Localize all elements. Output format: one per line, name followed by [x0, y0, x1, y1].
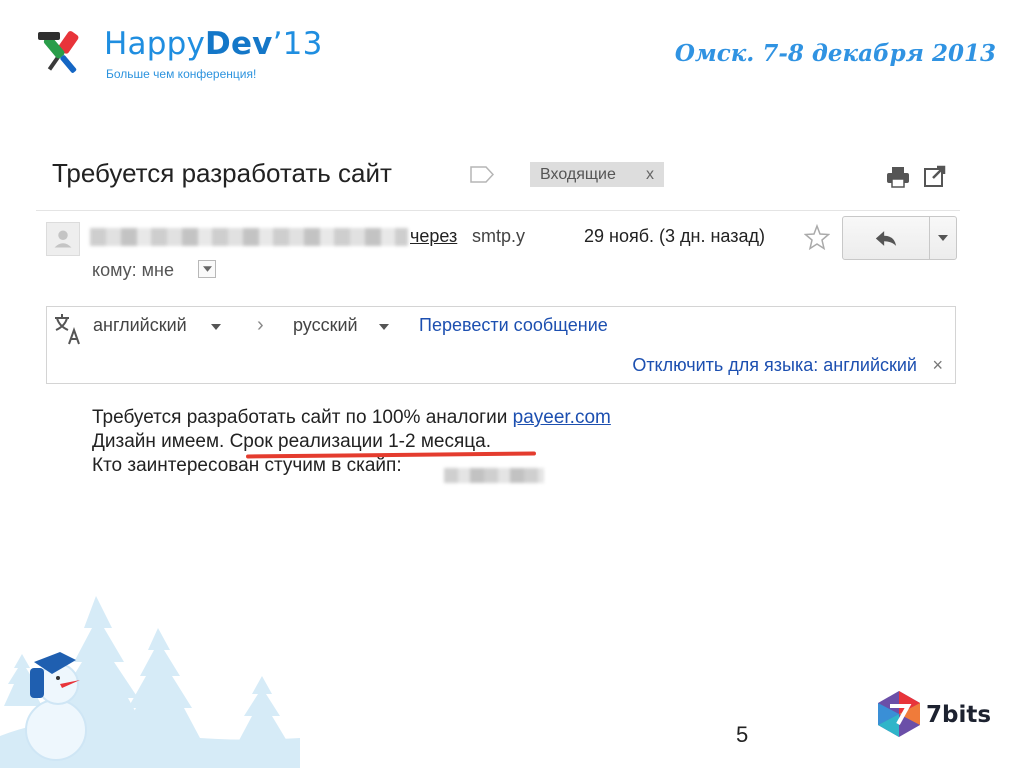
star-icon[interactable]	[804, 224, 830, 250]
translate-icon	[55, 314, 80, 345]
recipients-line: кому: мне	[92, 260, 174, 280]
print-icon[interactable]	[886, 166, 910, 188]
target-language-select[interactable]: русский	[293, 315, 358, 336]
email-view: Требуется разработать сайт Входящие x че…	[36, 140, 960, 510]
deadline-text: Срок реализации 1-2 месяца.	[229, 431, 491, 452]
7bits-logo-icon	[878, 691, 920, 737]
body-line-1: Требуется разработать сайт по 100% анало…	[92, 406, 611, 430]
body-line-2-text: Дизайн имеем.	[92, 431, 230, 452]
recipients-details-button[interactable]	[198, 260, 216, 278]
chevron-down-icon	[202, 266, 212, 272]
reply-button[interactable]	[842, 216, 930, 260]
event-date: Омск. 7-8 декабря 2013	[674, 40, 996, 67]
page-number: 5	[736, 722, 749, 747]
source-language-select[interactable]: английский	[93, 315, 187, 336]
avatar	[46, 222, 80, 256]
language-separator: ›	[257, 314, 264, 336]
body-line-2: Дизайн имеем. Срок реализации 1-2 месяца…	[92, 430, 611, 454]
skype-id-redacted	[444, 468, 544, 483]
body-line-1-text: Требуется разработать сайт по 100% анало…	[92, 407, 513, 428]
via-link[interactable]: через	[410, 226, 457, 247]
translate-bar: английский › русский Перевести сообщение…	[46, 306, 956, 384]
source-language-caret-icon	[211, 324, 221, 330]
dropdown-caret-icon	[938, 235, 948, 241]
remove-label-button[interactable]: x	[646, 166, 654, 184]
logo-year: ’13	[272, 26, 323, 62]
payeer-link[interactable]: payeer.com	[513, 407, 611, 428]
translate-message-link[interactable]: Перевести сообщение	[419, 315, 608, 336]
disable-translation-link[interactable]: Отключить для языка: английский	[632, 355, 917, 376]
conference-logo: HappyDev’13	[104, 26, 323, 62]
logo-happy: Happy	[104, 26, 206, 62]
target-language-caret-icon	[379, 324, 389, 330]
winter-decoration	[0, 596, 300, 768]
logo-tagline: Больше чем конференция!	[106, 67, 257, 81]
reply-icon	[875, 230, 897, 246]
logo-dev: Dev	[205, 26, 273, 62]
more-actions-button[interactable]	[929, 216, 957, 260]
sender-address-redacted	[90, 228, 408, 246]
brand-name: 7bits	[926, 702, 992, 728]
header-divider	[36, 210, 960, 211]
message-date: 29 нояб. (3 дн. назад)	[584, 226, 765, 246]
inbox-label-chip[interactable]: Входящие x	[530, 162, 664, 187]
inbox-label-text: Входящие	[540, 165, 616, 183]
label-tag-icon[interactable]	[470, 166, 494, 183]
avatar-icon	[54, 230, 72, 248]
screwdriver-logo-icon	[38, 31, 79, 73]
new-window-icon[interactable]	[924, 165, 946, 187]
email-subject: Требуется разработать сайт	[52, 158, 392, 188]
via-host: smtp.y	[472, 226, 526, 246]
close-translate-bar-button[interactable]: ×	[932, 355, 943, 376]
